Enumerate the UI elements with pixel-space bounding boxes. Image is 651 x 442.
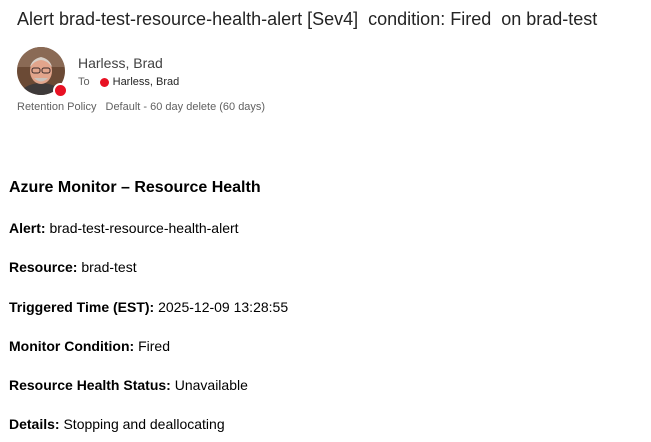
to-line: To Harless, Brad (78, 75, 179, 89)
field-value: Stopping and deallocating (63, 416, 225, 432)
recipient-name[interactable]: Harless, Brad (113, 75, 180, 89)
field-value: Fired (138, 338, 170, 354)
field-monitor-condition: Monitor Condition: Fired (9, 337, 170, 355)
field-resource: Resource: brad-test (9, 258, 137, 276)
email-subject: Alert brad-test-resource-health-alert [S… (17, 9, 598, 29)
field-label: Resource Health Status: (9, 377, 171, 393)
field-label: Resource: (9, 259, 78, 275)
field-value: brad-test (81, 259, 137, 275)
email-reading-pane: Alert brad-test-resource-health-alert [S… (0, 0, 651, 442)
sender-avatar[interactable] (17, 47, 68, 98)
field-alert: Alert: brad-test-resource-health-alert (9, 219, 239, 237)
body-heading: Azure Monitor – Resource Health (9, 179, 261, 196)
retention-policy: Retention Policy Default - 60 day delete … (17, 100, 265, 114)
field-value: Unavailable (174, 377, 248, 393)
field-label: Alert: (9, 220, 46, 236)
retention-policy-label: Retention Policy (17, 101, 97, 113)
presence-busy-icon (53, 83, 68, 98)
field-resource-health-status: Resource Health Status: Unavailable (9, 376, 248, 394)
field-triggered-time: Triggered Time (EST): 2025-12-09 13:28:5… (9, 298, 288, 316)
field-details: Details: Stopping and deallocating (9, 415, 225, 433)
field-value: 2025-12-09 13:28:55 (158, 299, 289, 315)
field-value: brad-test-resource-health-alert (49, 220, 239, 236)
to-label: To (78, 76, 90, 88)
recipient-presence-icon (99, 77, 109, 87)
retention-policy-value[interactable]: Default - 60 day delete (60 days) (106, 101, 266, 113)
field-label: Details: (9, 416, 60, 432)
field-label: Monitor Condition: (9, 338, 135, 354)
sender-name[interactable]: Harless, Brad (78, 55, 163, 72)
field-label: Triggered Time (EST): (9, 299, 155, 315)
